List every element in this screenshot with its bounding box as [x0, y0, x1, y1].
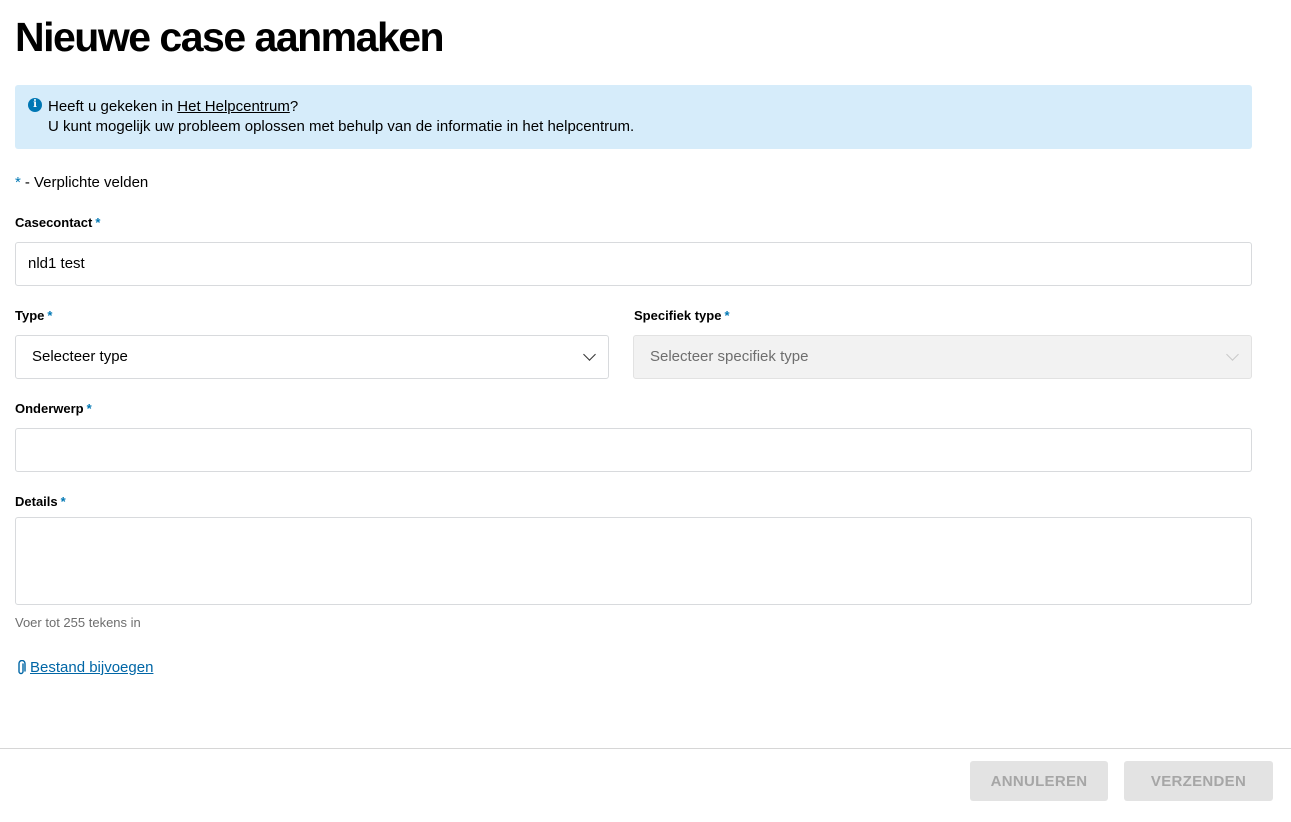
casecontact-field[interactable]: nld1 test [15, 242, 1252, 286]
info-banner: i Heeft u gekeken in Het Helpcentrum? U … [15, 85, 1252, 149]
paperclip-icon [18, 659, 26, 674]
type-select[interactable]: Selecteer type [15, 335, 609, 379]
type-label: Type * [15, 308, 53, 323]
attach-file-label: Bestand bijvoegen [30, 659, 154, 676]
info-icon: i [28, 98, 42, 112]
helpcentrum-link[interactable]: Het Helpcentrum [177, 98, 290, 115]
cancel-button[interactable]: ANNULEREN [970, 761, 1108, 801]
chevron-down-icon [583, 348, 596, 361]
specific-type-select[interactable]: Selecteer specifiek type [633, 335, 1252, 379]
details-label: Details * [15, 494, 66, 509]
specific-type-select-value: Selecteer specifiek type [650, 348, 809, 365]
details-hint: Voer tot 255 tekens in [15, 615, 141, 630]
specific-type-label: Specifiek type * [634, 308, 730, 323]
casecontact-label: Casecontact * [15, 215, 101, 230]
chevron-down-icon [1226, 348, 1239, 361]
details-textarea[interactable] [15, 517, 1252, 605]
info-line-2: U kunt mogelijk uw probleem oplossen met… [48, 118, 635, 135]
type-select-value: Selecteer type [32, 348, 128, 365]
submit-button[interactable]: VERZENDEN [1124, 761, 1273, 801]
footer-divider [0, 748, 1291, 749]
page-title: Nieuwe case aanmaken [15, 14, 445, 60]
subject-field[interactable] [15, 428, 1252, 472]
subject-label: Onderwerp * [15, 401, 92, 416]
info-line-1: Heeft u gekeken in Het Helpcentrum? [48, 98, 299, 115]
required-star: * [15, 174, 21, 191]
attach-file-link[interactable]: Bestand bijvoegen [15, 659, 153, 676]
required-note: * - Verplichte velden [15, 174, 149, 191]
